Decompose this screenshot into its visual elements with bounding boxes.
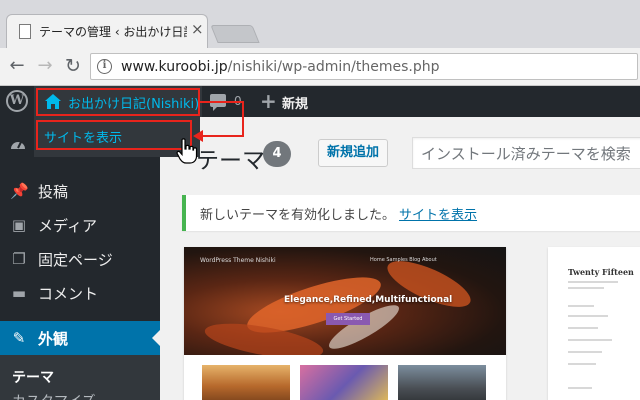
preview-line [568,305,594,307]
theme-screenshot: WordPress Theme Nishiki Home Samples Blo… [184,247,506,355]
forward-arrow-icon[interactable]: → [34,55,56,77]
sidebar-item-media[interactable]: ▣ メディア [0,208,160,242]
preview-line [568,339,612,341]
url-text: www.kuroobi.jp/nishiki/wp-admin/themes.p… [121,59,440,75]
url-path: /nishiki/wp-admin/themes.php [227,59,440,75]
preview-line [568,327,598,329]
hand-cursor-icon [176,138,198,164]
search-themes-input[interactable]: インストール済みテーマを検索 [412,137,640,169]
add-new-theme-button[interactable]: 新規追加 [318,139,388,167]
theme-count-badge: 4 [263,141,291,167]
preview-thumbnails [184,355,506,400]
new-content-menu[interactable]: + 新規 [258,86,322,117]
browser-tab-strip: テーマの管理 ‹ お出かけ日記 × [0,0,640,48]
preview-thumbnail [398,365,486,400]
main-content: テーマ 4 新規追加 インストール済みテーマを検索 新しいテーマを有効化しました… [160,117,640,400]
preview-line [568,387,592,389]
sidebar-item-comments[interactable]: ▬ コメント [0,276,160,310]
pin-icon: 📌 [10,182,29,200]
browser-toolbar: ← → ↻ i www.kuroobi.jp/nishiki/wp-admin/… [0,48,640,86]
page-title: テーマ [196,148,265,174]
preview-button: Get Started [326,313,370,325]
pages-icon: ❐ [12,250,26,268]
info-icon[interactable]: i [97,59,112,74]
new-label: 新規 [282,97,309,112]
theme-card-nishiki[interactable]: WordPress Theme Nishiki Home Samples Blo… [184,247,506,400]
sidebar-item-label: コメント [38,285,99,303]
comment-icon: ▬ [11,284,27,302]
appearance-submenu: テーマ カスタマイズ [0,355,160,400]
preview-nav: Home Samples Blog About [370,257,437,263]
sidebar-item-appearance[interactable]: ✎ 外観 [0,321,160,355]
annotation-box [36,120,192,150]
notice-view-site-link[interactable]: サイトを表示 [399,208,477,223]
sidebar-item-label: 固定ページ [38,251,113,269]
notice-text: 新しいテーマを有効化しました。 [200,208,396,223]
submenu-item-customize[interactable]: カスタマイズ [12,391,96,400]
sidebar-item-label: メディア [38,217,97,235]
submenu-item-themes[interactable]: テーマ [12,367,54,387]
sidebar-item-pages[interactable]: ❐ 固定ページ [0,242,160,276]
notice-message: 新しいテーマを有効化しました。 サイトを表示 [200,204,477,223]
preview-line [568,315,608,317]
media-icon: ▣ [11,216,27,234]
annotation-box [36,88,200,116]
preview-thumbnail [202,365,290,400]
annotation-arrow [200,101,244,103]
theme-card-twentyfifteen[interactable]: Twenty Fifteen [548,247,640,400]
preview-line [568,351,602,353]
new-tab-button[interactable] [210,25,260,43]
preview-line [568,281,618,283]
preview-title: Twenty Fifteen [568,267,634,277]
browser-tab[interactable]: テーマの管理 ‹ お出かけ日記 × [6,14,208,48]
sidebar-item-posts[interactable]: 📌 投稿 [0,174,160,208]
page-icon [19,24,31,39]
admin-sidebar: 📌 投稿 ▣ メディア ❐ 固定ページ ▬ コメント ✎ 外観 テーマ カスタマ… [0,117,160,400]
preview-thumbnail [300,365,388,400]
appearance-brush-icon: ✎ [12,329,26,347]
current-menu-arrow [152,330,160,346]
address-bar[interactable]: i www.kuroobi.jp/nishiki/wp-admin/themes… [90,53,638,80]
url-domain: www.kuroobi.jp [121,59,228,75]
plus-icon: + [260,89,277,113]
tab-close-icon[interactable]: × [191,21,204,37]
dashboard-gauge-icon[interactable] [9,136,27,154]
reload-icon[interactable]: ↻ [62,55,84,77]
tab-title: テーマの管理 ‹ お出かけ日記 [39,25,187,39]
annotation-arrow [242,101,244,137]
preview-line [568,363,596,365]
preview-brand: WordPress Theme Nishiki [200,257,276,264]
back-arrow-icon[interactable]: ← [6,55,28,77]
sidebar-item-label: 投稿 [38,183,69,201]
sidebar-item-label: 外観 [38,330,69,348]
preview-tagline: Elegance,Refined,Multifunctional [284,295,453,305]
annotation-arrow [202,135,244,137]
success-notice: 新しいテーマを有効化しました。 サイトを表示 [182,195,640,231]
preview-line [568,287,604,289]
wordpress-logo-icon[interactable]: W [6,90,28,112]
